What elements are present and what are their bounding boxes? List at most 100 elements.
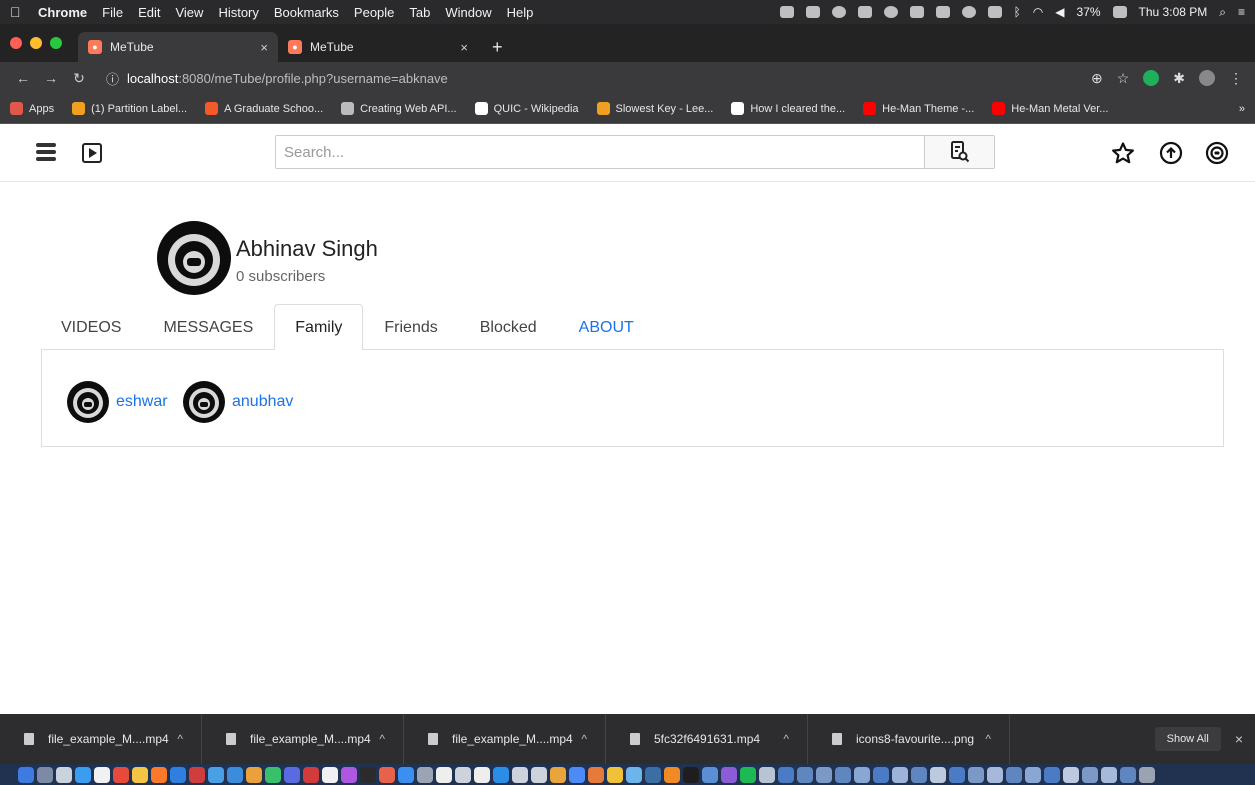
dock-window-thumbnail[interactable] bbox=[987, 766, 1003, 783]
dock-window-thumbnail[interactable] bbox=[816, 766, 832, 783]
dropbox-icon[interactable] bbox=[857, 6, 872, 18]
tab-blocked[interactable]: Blocked bbox=[459, 304, 558, 350]
bookmark-item[interactable]: Creating Web API... bbox=[341, 102, 457, 115]
dock-app-icon[interactable] bbox=[455, 766, 471, 783]
browser-tab-2[interactable]: ● MeTube × bbox=[278, 32, 478, 62]
metube-logo-play-icon[interactable] bbox=[82, 143, 102, 163]
menu-history[interactable]: History bbox=[218, 5, 258, 20]
dock-app-icon[interactable] bbox=[208, 766, 224, 783]
dock-app-icon[interactable] bbox=[398, 766, 414, 783]
dock-window-thumbnail[interactable] bbox=[1044, 766, 1060, 783]
download-options-icon[interactable]: ^ bbox=[379, 732, 385, 746]
new-tab-button[interactable]: + bbox=[492, 32, 503, 62]
member-name-link[interactable]: anubhav bbox=[232, 393, 293, 411]
bookmark-item[interactable]: He-Man Theme -... bbox=[863, 102, 974, 115]
dock-app-icon[interactable] bbox=[759, 766, 775, 783]
menu-app-name[interactable]: Chrome bbox=[38, 5, 87, 20]
notes-icon[interactable] bbox=[132, 766, 148, 783]
dock-app-icon[interactable] bbox=[645, 766, 661, 783]
volume-icon[interactable]: ◀ bbox=[1055, 5, 1064, 19]
apple-icon[interactable]:  bbox=[10, 4, 26, 20]
menu-file[interactable]: File bbox=[102, 5, 123, 20]
dock-app-icon[interactable] bbox=[721, 766, 737, 783]
menu-tab[interactable]: Tab bbox=[409, 5, 430, 20]
dock-app-icon[interactable] bbox=[265, 766, 281, 783]
bookmark-star-icon[interactable]: ☆ bbox=[1117, 70, 1130, 87]
extensions-puzzle-icon[interactable]: ✱ bbox=[1173, 70, 1185, 87]
app-store-icon[interactable] bbox=[75, 766, 91, 783]
bookmark-item[interactable]: Slowest Key - Lee... bbox=[596, 102, 713, 115]
zoom-status-icon[interactable] bbox=[779, 6, 794, 18]
safari-icon[interactable] bbox=[56, 766, 72, 783]
dock-window-thumbnail[interactable] bbox=[1082, 766, 1098, 783]
dock-app-icon[interactable] bbox=[151, 766, 167, 783]
dock-app-icon[interactable] bbox=[246, 766, 262, 783]
download-item[interactable]: icons8-favourite....png ^ bbox=[808, 714, 1010, 764]
chrome-menu-icon[interactable]: ⋮ bbox=[1229, 70, 1243, 87]
sync-icon[interactable] bbox=[961, 6, 976, 18]
dock-app-icon[interactable] bbox=[94, 766, 110, 783]
dock-app-icon[interactable] bbox=[607, 766, 623, 783]
app-status-icon[interactable] bbox=[831, 6, 846, 18]
dock-window-thumbnail[interactable] bbox=[835, 766, 851, 783]
forward-icon[interactable]: → bbox=[40, 70, 62, 86]
menu-bookmarks[interactable]: Bookmarks bbox=[274, 5, 339, 20]
dock-window-thumbnail[interactable] bbox=[911, 766, 927, 783]
airplay-icon[interactable] bbox=[987, 6, 1002, 18]
vlc-status-icon[interactable] bbox=[805, 6, 820, 18]
dock-app-icon[interactable] bbox=[626, 766, 642, 783]
dock-window-thumbnail[interactable] bbox=[1063, 766, 1079, 783]
minimize-window-button[interactable] bbox=[30, 37, 42, 49]
dock-window-thumbnail[interactable] bbox=[778, 766, 794, 783]
battery-percent[interactable]: 37% bbox=[1077, 5, 1101, 19]
dock-app-icon[interactable] bbox=[436, 766, 452, 783]
profile-avatar-icon[interactable] bbox=[1199, 70, 1215, 86]
member-name-link[interactable]: eshwar bbox=[116, 393, 168, 411]
podcasts-icon[interactable] bbox=[341, 766, 357, 783]
wifi-icon[interactable]: ◠ bbox=[1033, 5, 1043, 19]
dock-app-icon[interactable] bbox=[493, 766, 509, 783]
spotify-icon[interactable] bbox=[740, 766, 756, 783]
dock-window-thumbnail[interactable] bbox=[797, 766, 813, 783]
close-tab-icon[interactable]: × bbox=[260, 40, 268, 55]
dock-window-thumbnail[interactable] bbox=[1025, 766, 1041, 783]
bookmark-item[interactable]: How I cleared the... bbox=[731, 102, 845, 115]
bookmark-item[interactable]: He-Man Metal Ver... bbox=[992, 102, 1108, 115]
close-window-button[interactable] bbox=[10, 37, 22, 49]
notification-center-icon[interactable]: ≡ bbox=[1238, 5, 1245, 19]
dock-app-icon[interactable] bbox=[512, 766, 528, 783]
hamburger-menu-icon[interactable] bbox=[36, 143, 56, 161]
trash-icon[interactable] bbox=[1139, 766, 1155, 783]
dock-app-icon[interactable] bbox=[474, 766, 490, 783]
finder-icon[interactable] bbox=[18, 766, 34, 783]
dock-app-icon[interactable] bbox=[379, 766, 395, 783]
download-item[interactable]: 5fc32f6491631.mp4 ^ bbox=[606, 714, 808, 764]
download-options-icon[interactable]: ^ bbox=[581, 732, 587, 746]
dock-window-thumbnail[interactable] bbox=[949, 766, 965, 783]
menu-extra-icon[interactable] bbox=[883, 6, 898, 18]
favorites-star-icon[interactable] bbox=[1111, 141, 1135, 165]
show-all-downloads-button[interactable]: Show All bbox=[1154, 727, 1221, 751]
tab-about[interactable]: ABOUT bbox=[558, 304, 655, 350]
dock-app-icon[interactable] bbox=[113, 766, 129, 783]
dock-window-thumbnail[interactable] bbox=[930, 766, 946, 783]
dock-window-thumbnail[interactable] bbox=[1101, 766, 1117, 783]
tab-friends[interactable]: Friends bbox=[363, 304, 458, 350]
dock-app-icon[interactable] bbox=[170, 766, 186, 783]
site-info-icon[interactable]: ⓘ bbox=[106, 69, 119, 88]
dock-app-icon[interactable] bbox=[284, 766, 300, 783]
dock-app-icon[interactable] bbox=[360, 766, 376, 783]
close-downloads-bar-icon[interactable]: × bbox=[1235, 731, 1243, 747]
menu-people[interactable]: People bbox=[354, 5, 394, 20]
bookmark-item[interactable]: QUIC - Wikipedia bbox=[474, 102, 579, 115]
bookmark-apps[interactable]: Apps bbox=[10, 102, 54, 115]
dock-app-icon[interactable] bbox=[303, 766, 319, 783]
dock-app-icon[interactable] bbox=[189, 766, 205, 783]
family-member[interactable]: eshwar bbox=[66, 380, 168, 424]
upload-icon[interactable] bbox=[1159, 141, 1183, 165]
launchpad-icon[interactable] bbox=[37, 766, 53, 783]
dock-app-icon[interactable] bbox=[227, 766, 243, 783]
menu-window[interactable]: Window bbox=[445, 5, 491, 20]
bookmark-item[interactable]: (1) Partition Label... bbox=[72, 102, 187, 115]
dock-app-icon[interactable] bbox=[550, 766, 566, 783]
